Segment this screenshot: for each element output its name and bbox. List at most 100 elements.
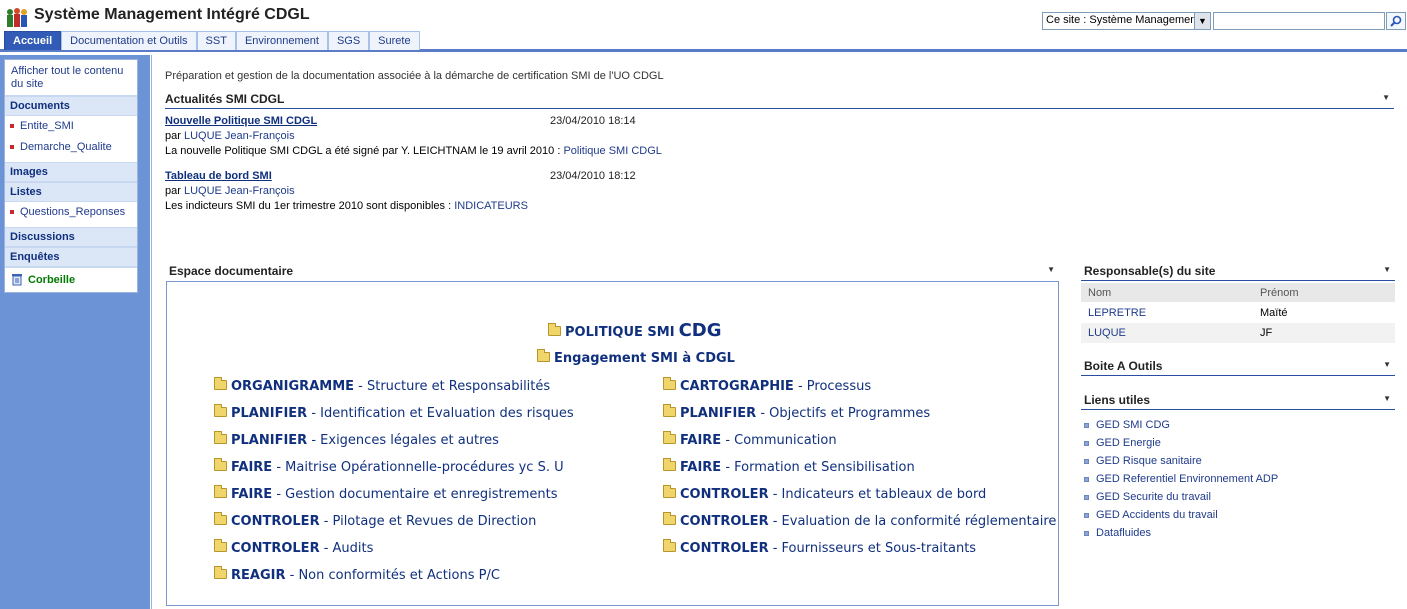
search-input[interactable] (1213, 12, 1385, 30)
recycle-bin-link[interactable]: Corbeille (5, 267, 137, 292)
nav-item-entite-smi[interactable]: Entite_SMI (5, 116, 137, 137)
doc-link-keyword: CONTROLER (231, 541, 320, 556)
doc-link-keyword: CONTROLER (680, 487, 769, 502)
doc-link-keyword: FAIRE (680, 433, 722, 448)
doc-link-label: - Identification et Evaluation des risqu… (307, 406, 574, 421)
doc-link-label-large: CDG (678, 320, 722, 341)
doc-link-keyword: CONTROLER (680, 514, 769, 529)
nav-heading-documents[interactable]: Documents (5, 96, 137, 116)
doc-link[interactable]: FAIRE - Gestion documentaire et enregist… (214, 485, 557, 502)
useful-link-item[interactable]: GED Risque sanitaire (1081, 452, 1395, 470)
nav-item-label: Entite_SMI (20, 120, 74, 132)
doc-link-label: - Maitrise Opérationnelle-procédures yc … (272, 460, 564, 475)
doc-link-keyword: CONTROLER (231, 514, 320, 529)
webpart-menu-icon[interactable]: ▼ (1383, 360, 1391, 369)
news-item-author[interactable]: LUQUE Jean-François (184, 130, 295, 142)
doc-link[interactable]: CONTROLER - Audits (214, 539, 373, 556)
doc-link-label: - Evaluation de la conformité réglementa… (768, 514, 1057, 529)
chevron-down-icon[interactable]: ▼ (1194, 13, 1210, 29)
tab-environnement[interactable]: Environnement (235, 31, 328, 50)
table-row: LUQUE JF (1081, 323, 1395, 343)
docspace-panel: POLITIQUE SMI CDG Engagement SMI à CDGL ORG… (166, 281, 1059, 606)
site-title[interactable]: Système Management Intégré CDGL (34, 6, 310, 24)
recycle-bin-label: Corbeille (28, 273, 76, 286)
useful-link-item[interactable]: Datafluides (1081, 524, 1395, 542)
folder-icon (214, 431, 227, 444)
folder-icon (663, 512, 676, 525)
doc-link[interactable]: PLANIFIER - Identification et Evaluation… (214, 404, 574, 421)
webpart-menu-icon[interactable]: ▼ (1383, 265, 1391, 274)
nav-heading-images[interactable]: Images (5, 162, 137, 182)
nav-item-label: Demarche_Qualite (20, 141, 112, 153)
news-item: Nouvelle Politique SMI CDGL 23/04/2010 1… (165, 114, 662, 159)
webpart-menu-icon[interactable]: ▼ (1383, 394, 1391, 403)
sharepoint-logo-icon (7, 8, 27, 27)
doc-link[interactable]: FAIRE - Communication (663, 431, 837, 448)
useful-link-label: GED Securite du travail (1096, 491, 1211, 503)
useful-link-label: GED Energie (1096, 437, 1161, 449)
nav-heading-listes[interactable]: Listes (5, 182, 137, 202)
useful-links-list: GED SMI CDG GED Energie GED Risque sanitai… (1081, 416, 1395, 542)
news-item-date: 23/04/2010 18:12 (550, 170, 636, 182)
recycle-bin-icon (12, 274, 22, 286)
useful-link-item[interactable]: GED Referentiel Environnement ADP (1081, 470, 1395, 488)
docspace-title-text: Espace documentaire (169, 264, 294, 278)
nav-item-demarche-qualite[interactable]: Demarche_Qualite (5, 137, 137, 158)
search-scope-select[interactable]: Ce site : Système Management ▼ (1042, 12, 1211, 30)
doc-link[interactable]: CONTROLER - Indicateurs et tableaux de b… (663, 485, 986, 502)
tab-accueil[interactable]: Accueil (4, 31, 62, 50)
news-item-author[interactable]: LUQUE Jean-François (184, 185, 295, 197)
nav-heading-enquetes[interactable]: Enquêtes (5, 247, 137, 267)
webpart-menu-icon[interactable]: ▼ (1047, 265, 1055, 274)
search-icon (1390, 15, 1402, 27)
site-description: Préparation et gestion de la documentati… (165, 70, 664, 82)
doc-link-label: - Pilotage et Revues de Direction (319, 514, 537, 529)
bullet-icon (1084, 512, 1089, 518)
column-header-prenom[interactable]: Prénom (1260, 287, 1299, 299)
useful-link-item[interactable]: GED Energie (1081, 434, 1395, 452)
news-item-body-text: Les indicteurs SMI du 1er trimestre 2010… (165, 200, 452, 212)
search-button[interactable] (1386, 12, 1406, 30)
view-all-site-content-link[interactable]: Afficher tout le contenu du site (5, 60, 137, 96)
nav-heading-discussions[interactable]: Discussions (5, 227, 137, 247)
owner-name-link[interactable]: LUQUE (1088, 327, 1126, 339)
doc-link-politique[interactable]: POLITIQUE SMI CDG (548, 320, 722, 341)
doc-link-label: - Non conformités et Actions P/C (285, 568, 500, 583)
news-item-body: Les indicteurs SMI du 1er trimestre 2010… (165, 199, 645, 214)
doc-link-keyword: REAGIR (231, 568, 286, 583)
bullet-icon (1084, 422, 1089, 428)
owners-table-header: Nom Prénom (1081, 283, 1395, 303)
doc-link[interactable]: PLANIFIER - Exigences légales et autres (214, 431, 499, 448)
doc-link[interactable]: FAIRE - Formation et Sensibilisation (663, 458, 915, 475)
useful-link-item[interactable]: GED Securite du travail (1081, 488, 1395, 506)
doc-link-engagement[interactable]: Engagement SMI à CDGL (537, 349, 735, 366)
doc-link[interactable]: PLANIFIER - Objectifs et Programmes (663, 404, 930, 421)
news-title-text[interactable]: Actualités SMI CDGL (165, 92, 284, 106)
tab-sgs[interactable]: SGS (327, 31, 370, 50)
useful-link-label: GED Referentiel Environnement ADP (1096, 473, 1279, 485)
column-header-nom[interactable]: Nom (1088, 287, 1111, 299)
doc-link-keyword: PLANIFIER (231, 433, 308, 448)
by-prefix: par (165, 185, 181, 197)
useful-link-label: GED Risque sanitaire (1096, 455, 1202, 467)
doc-link[interactable]: CONTROLER - Fournisseurs et Sous-traitan… (663, 539, 976, 556)
doc-link-label: Engagement SMI à CDGL (554, 351, 735, 366)
doc-link[interactable]: FAIRE - Maitrise Opérationnelle-procédur… (214, 458, 564, 475)
doc-link[interactable]: CONTROLER - Pilotage et Revues de Direct… (214, 512, 537, 529)
nav-item-questions-reponses[interactable]: Questions_Reponses (5, 202, 137, 223)
doc-link[interactable]: CONTROLER - Evaluation de la conformité … (663, 512, 1057, 529)
news-item-link[interactable]: INDICATEURS (454, 200, 528, 212)
search-scope-value: Ce site : Système Management (1046, 14, 1200, 26)
tab-sst[interactable]: SST (196, 31, 236, 50)
doc-link[interactable]: ORGANIGRAMME - Structure et Responsabili… (214, 377, 550, 394)
webpart-menu-icon[interactable]: ▼ (1382, 93, 1390, 102)
tab-surete[interactable]: Surete (369, 31, 420, 50)
tab-documentation-et-outils[interactable]: Documentation et Outils (61, 31, 197, 50)
doc-link[interactable]: CARTOGRAPHIE - Processus (663, 377, 871, 394)
useful-link-item[interactable]: GED Accidents du travail (1081, 506, 1395, 524)
doc-link[interactable]: REAGIR - Non conformités et Actions P/C (214, 566, 500, 583)
useful-link-item[interactable]: GED SMI CDG (1081, 416, 1395, 434)
doc-link-keyword: PLANIFIER (231, 406, 308, 421)
owner-name-link[interactable]: LEPRETRE (1088, 307, 1146, 319)
news-item-link[interactable]: Politique SMI CDGL (563, 145, 661, 157)
